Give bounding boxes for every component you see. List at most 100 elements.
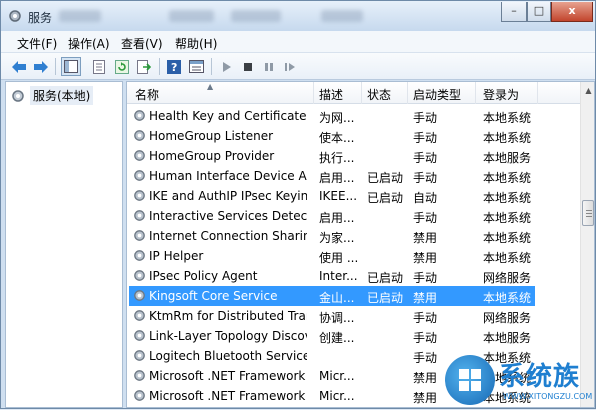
service-row[interactable]: IPsec Policy Agent Inter... 已启动 手动 网络服务 (127, 266, 582, 286)
service-log-on-as: 本地服务 (483, 331, 532, 345)
service-row[interactable]: Link-Layer Topology Discov... 创建... 手动 本地服务 (127, 326, 582, 346)
service-description: 执行... (319, 151, 355, 165)
service-name: IP Helper (149, 249, 204, 263)
service-row[interactable]: HomeGroup Provider 执行... 手动 本地服务 (127, 146, 582, 166)
properties-button[interactable] (89, 57, 109, 76)
service-row[interactable]: HomeGroup Listener 使本... 手动 本地系统 (127, 126, 582, 146)
service-description: Micr... (319, 389, 355, 403)
service-row[interactable]: Interactive Services Detection 启用... 手动 本地系… (127, 206, 582, 226)
column-header-log-on-as[interactable]: 登录为 (483, 86, 519, 103)
menu-file[interactable]: 文件(F) (17, 35, 57, 52)
service-row[interactable]: Human Interface Device Acc... 启用... 已启动手动 本… (127, 166, 582, 186)
maximize-button[interactable]: □ (527, 2, 551, 22)
service-startup-type: 手动 (413, 211, 438, 225)
service-log-on-as: 本地系统 (483, 171, 532, 185)
service-name: KtmRm for Distributed Tran... (149, 309, 307, 323)
service-description: Micr... (319, 369, 355, 383)
title-bar[interactable]: 服务 – □ x (1, 1, 595, 31)
service-description: 金山... (319, 291, 355, 305)
services-gear-icon (9, 10, 21, 22)
service-startup-type: 手动 (413, 151, 438, 165)
service-gear-icon (134, 170, 145, 181)
service-description: 创建... (319, 331, 355, 345)
services-window: 服务 – □ x 文件(F) 操作(A) 查看(V) 帮助(H) ? 服务(本地… (0, 0, 596, 409)
service-gear-icon (134, 210, 145, 221)
toolbar-separator (55, 58, 56, 75)
export-list-button[interactable] (134, 57, 154, 76)
menu-bar: 文件(F) 操作(A) 查看(V) 帮助(H) (1, 31, 595, 53)
service-startup-type: 手动 (413, 111, 438, 125)
close-button[interactable]: x (551, 2, 593, 22)
restart-service-button[interactable] (280, 57, 300, 76)
column-header-status[interactable]: 状态 (367, 86, 391, 103)
service-name: Health Key and Certificate ... (149, 109, 307, 123)
service-status: 已启动 (367, 191, 404, 205)
service-startup-type: 手动 (413, 331, 438, 345)
blurred-title-text (59, 10, 101, 22)
service-row[interactable]: KtmRm for Distributed Tran... 协调... 手动 网络服务 (127, 306, 582, 326)
service-description: 协调... (319, 311, 355, 325)
service-row[interactable]: Health Key and Certificate ... 为网... 手动 本地系… (127, 106, 582, 126)
service-gear-icon (134, 310, 145, 321)
help-button[interactable]: ? (164, 57, 184, 76)
service-name: Microsoft .NET Framework ... (149, 389, 307, 403)
thumb-grip (586, 216, 592, 217)
service-description: 为家... (319, 231, 355, 245)
column-divider[interactable] (361, 82, 362, 104)
forward-button[interactable] (31, 57, 51, 76)
pause-service-button[interactable] (259, 57, 279, 76)
service-status: 已启动 (367, 291, 404, 305)
details-view-button[interactable] (186, 57, 206, 76)
menu-view[interactable]: 查看(V) (121, 35, 163, 52)
start-service-icon (223, 61, 231, 72)
column-divider[interactable] (313, 82, 314, 104)
blurred-tab-text (169, 10, 214, 22)
scrollbar-thumb[interactable] (582, 200, 594, 226)
minimize-button[interactable]: – (501, 2, 527, 22)
show-console-tree-button[interactable] (61, 57, 81, 76)
service-log-on-as: 本地系统 (483, 211, 532, 225)
column-header-name[interactable]: 名称 (135, 86, 159, 103)
service-gear-icon (134, 110, 145, 121)
column-divider[interactable] (537, 82, 538, 104)
blurred-tab-text (321, 10, 363, 22)
service-status: 已启动 (367, 171, 404, 185)
refresh-button[interactable] (112, 57, 132, 76)
toolbar-separator (211, 58, 212, 75)
service-status: 已启动 (367, 271, 404, 285)
column-header-startup-type[interactable]: 启动类型 (413, 86, 461, 103)
service-log-on-as: 本地系统 (483, 131, 532, 145)
service-startup-type: 手动 (413, 311, 438, 325)
restart-service-icon (285, 62, 295, 71)
service-description: Inter... (319, 269, 358, 283)
watermark-url: WWW.XITONGZU.COM (503, 392, 593, 401)
stop-service-button[interactable] (238, 57, 258, 76)
services-gear-icon (12, 89, 24, 102)
service-startup-type: 自动 (413, 191, 438, 205)
start-service-button[interactable] (217, 57, 237, 76)
service-name: Link-Layer Topology Discov... (149, 329, 307, 343)
tree-item-services-local[interactable]: 服务(本地) (10, 86, 94, 105)
service-name: Logitech Bluetooth Service (149, 349, 307, 363)
console-tree-icon (64, 60, 78, 73)
menu-action[interactable]: 操作(A) (68, 35, 110, 52)
service-description: 启用... (319, 171, 355, 185)
service-startup-type: 手动 (413, 131, 438, 145)
back-button[interactable] (9, 57, 29, 76)
column-header-description[interactable]: 描述 (319, 86, 343, 103)
forward-arrow-icon (34, 60, 48, 73)
service-row[interactable]: Internet Connection Sharing... 为家... 禁用 本地系… (127, 226, 582, 246)
column-divider[interactable] (407, 82, 408, 104)
service-description: 使用 ... (319, 251, 359, 265)
service-row[interactable]: IP Helper 使用 ... 禁用 本地系统 (127, 246, 582, 266)
thumb-grip (586, 210, 592, 211)
service-row[interactable]: Kingsoft Core Service 金山... 已启动 禁用 本地系统 (129, 286, 535, 306)
menu-help[interactable]: 帮助(H) (175, 35, 217, 52)
service-row[interactable]: IKE and AuthIP IPsec Keyin... IKEE... 已启动自… (127, 186, 582, 206)
scroll-up-arrow-icon[interactable]: ▲ (581, 82, 594, 99)
service-name: IPsec Policy Agent (149, 269, 258, 283)
column-divider[interactable] (475, 82, 476, 104)
refresh-icon (115, 59, 129, 74)
service-log-on-as: 本地系统 (483, 111, 532, 125)
service-name: HomeGroup Listener (149, 129, 274, 143)
